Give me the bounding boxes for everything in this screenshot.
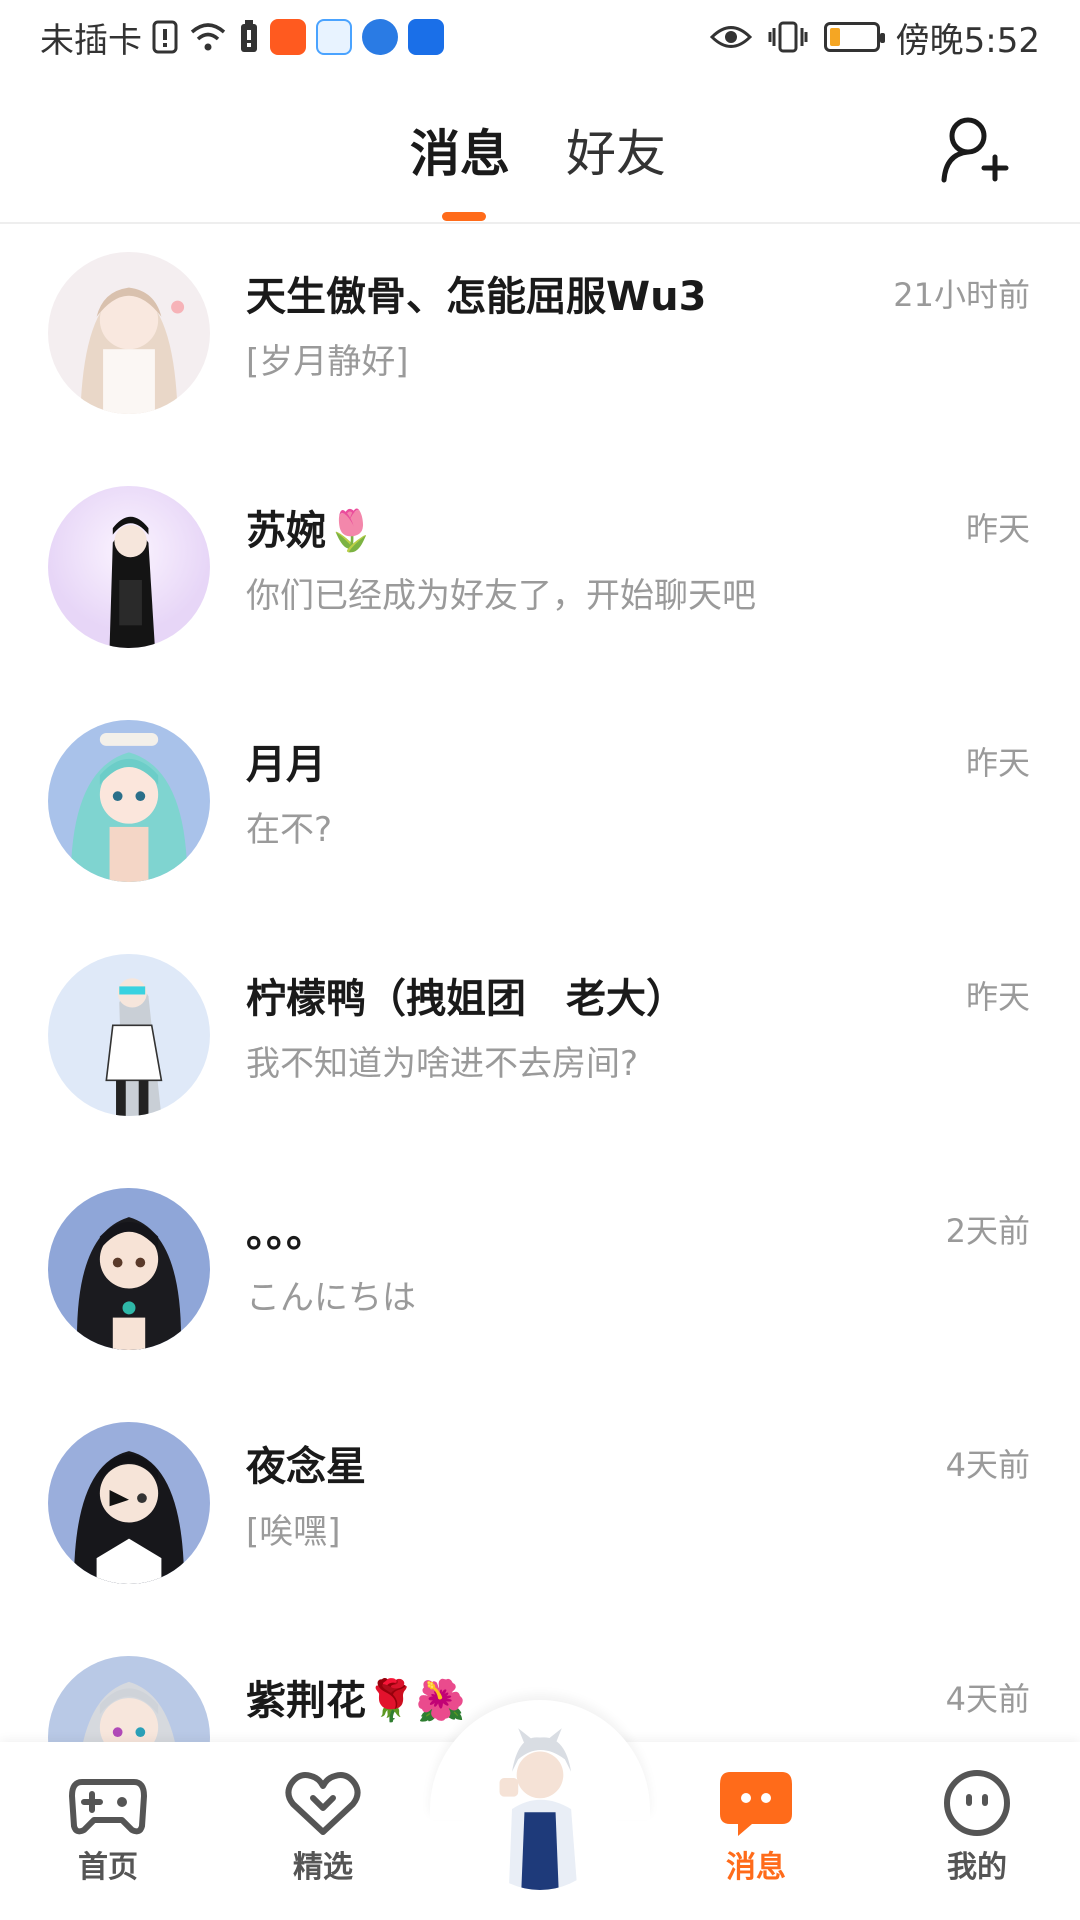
avatar: [48, 1188, 210, 1350]
globe-app-icon: [362, 19, 398, 55]
conversation-item[interactable]: 柠檬鸭（拽姐团 老大） 我不知道为啥进不去房间? 昨天: [0, 928, 1080, 1162]
chat-bubble-icon: [720, 1772, 792, 1836]
contact-name: 苏婉🌷: [246, 508, 376, 554]
message-preview: 在不?: [246, 810, 333, 850]
message-time: 2天前: [945, 1212, 1030, 1250]
battery-saver-icon: [241, 20, 257, 52]
cloud-app-icon: [316, 19, 352, 55]
message-preview: [岁月静好]: [246, 342, 409, 382]
message-time: 4天前: [945, 1446, 1030, 1484]
message-time: 昨天: [965, 978, 1030, 1016]
contact-name: 月月: [246, 742, 326, 788]
message-preview: [唉嘿]: [246, 1512, 341, 1552]
vibrate-icon: [768, 21, 808, 53]
message-time: 21小时前: [893, 276, 1030, 314]
center-character-avatar[interactable]: [462, 1722, 618, 1890]
avatar: [48, 486, 210, 648]
bag-app-icon: [270, 19, 306, 55]
smiley-icon: [944, 1770, 1010, 1836]
nav-label: 我的: [947, 1850, 1007, 1885]
bulb-app-icon: [408, 19, 444, 55]
contact-name: 紫荆花🌹🌺: [246, 1678, 466, 1724]
contact-name: 。。。: [246, 1210, 326, 1256]
contact-name: 夜念星: [246, 1444, 366, 1490]
message-time: 昨天: [965, 510, 1030, 548]
conversation-item[interactable]: 夜念星 [唉嘿] 4天前: [0, 1396, 1080, 1630]
nav-profile[interactable]: 我的: [902, 1768, 1052, 1886]
conversation-item[interactable]: 。。。 こんにちは 2天前: [0, 1162, 1080, 1396]
tab-messages[interactable]: 消息: [410, 114, 510, 186]
wifi-icon: [190, 23, 226, 51]
carrier-text: 未插卡: [40, 20, 142, 61]
status-bar: 未插卡 傍晚5:52: [0, 0, 1080, 74]
message-preview: こんにちは: [246, 1278, 416, 1318]
nav-featured[interactable]: 精选: [248, 1768, 398, 1886]
nav-label: 消息: [726, 1850, 786, 1885]
avatar: [48, 1422, 210, 1584]
nav-messages[interactable]: 消息: [681, 1768, 831, 1886]
avatar: [48, 1656, 210, 1746]
contact-name: 天生傲骨、怎能屈服Wu3: [246, 274, 707, 320]
nav-home[interactable]: 首页: [33, 1768, 183, 1886]
avatar: [48, 954, 210, 1116]
message-preview: 你们已经成为好友了，开始聊天吧: [246, 576, 756, 616]
clock-text: 傍晚5:52: [895, 20, 1040, 61]
gamepad-icon: [69, 1779, 147, 1835]
nav-label: 精选: [293, 1850, 353, 1885]
conversation-item[interactable]: 天生傲骨、怎能屈服Wu3 [岁月静好] 21小时前: [0, 226, 1080, 460]
message-time: 昨天: [965, 744, 1030, 782]
conversation-list: 天生傲骨、怎能屈服Wu3 [岁月静好] 21小时前 苏婉🌷 你们已经成为好友了，…: [0, 226, 1080, 1746]
contact-name: 柠檬鸭（拽姐团 老大）: [246, 976, 686, 1022]
battery-icon: [823, 22, 885, 52]
message-time: 4天前: [945, 1680, 1030, 1718]
add-friend-icon[interactable]: [938, 114, 1010, 186]
tab-friends[interactable]: 好友: [566, 114, 666, 186]
heart-icon: [285, 1772, 361, 1835]
conversation-item[interactable]: 月月 在不? 昨天: [0, 694, 1080, 928]
eye-icon: [709, 26, 752, 48]
conversation-item[interactable]: 苏婉🌷 你们已经成为好友了，开始聊天吧 昨天: [0, 460, 1080, 694]
avatar: [48, 252, 210, 414]
avatar: [48, 720, 210, 882]
message-preview: 我不知道为啥进不去房间?: [246, 1044, 639, 1084]
nav-label: 首页: [78, 1850, 138, 1885]
top-bar: 消息 好友: [0, 74, 1080, 224]
active-tab-indicator: [442, 212, 486, 221]
sim-alert-icon: [152, 20, 178, 54]
